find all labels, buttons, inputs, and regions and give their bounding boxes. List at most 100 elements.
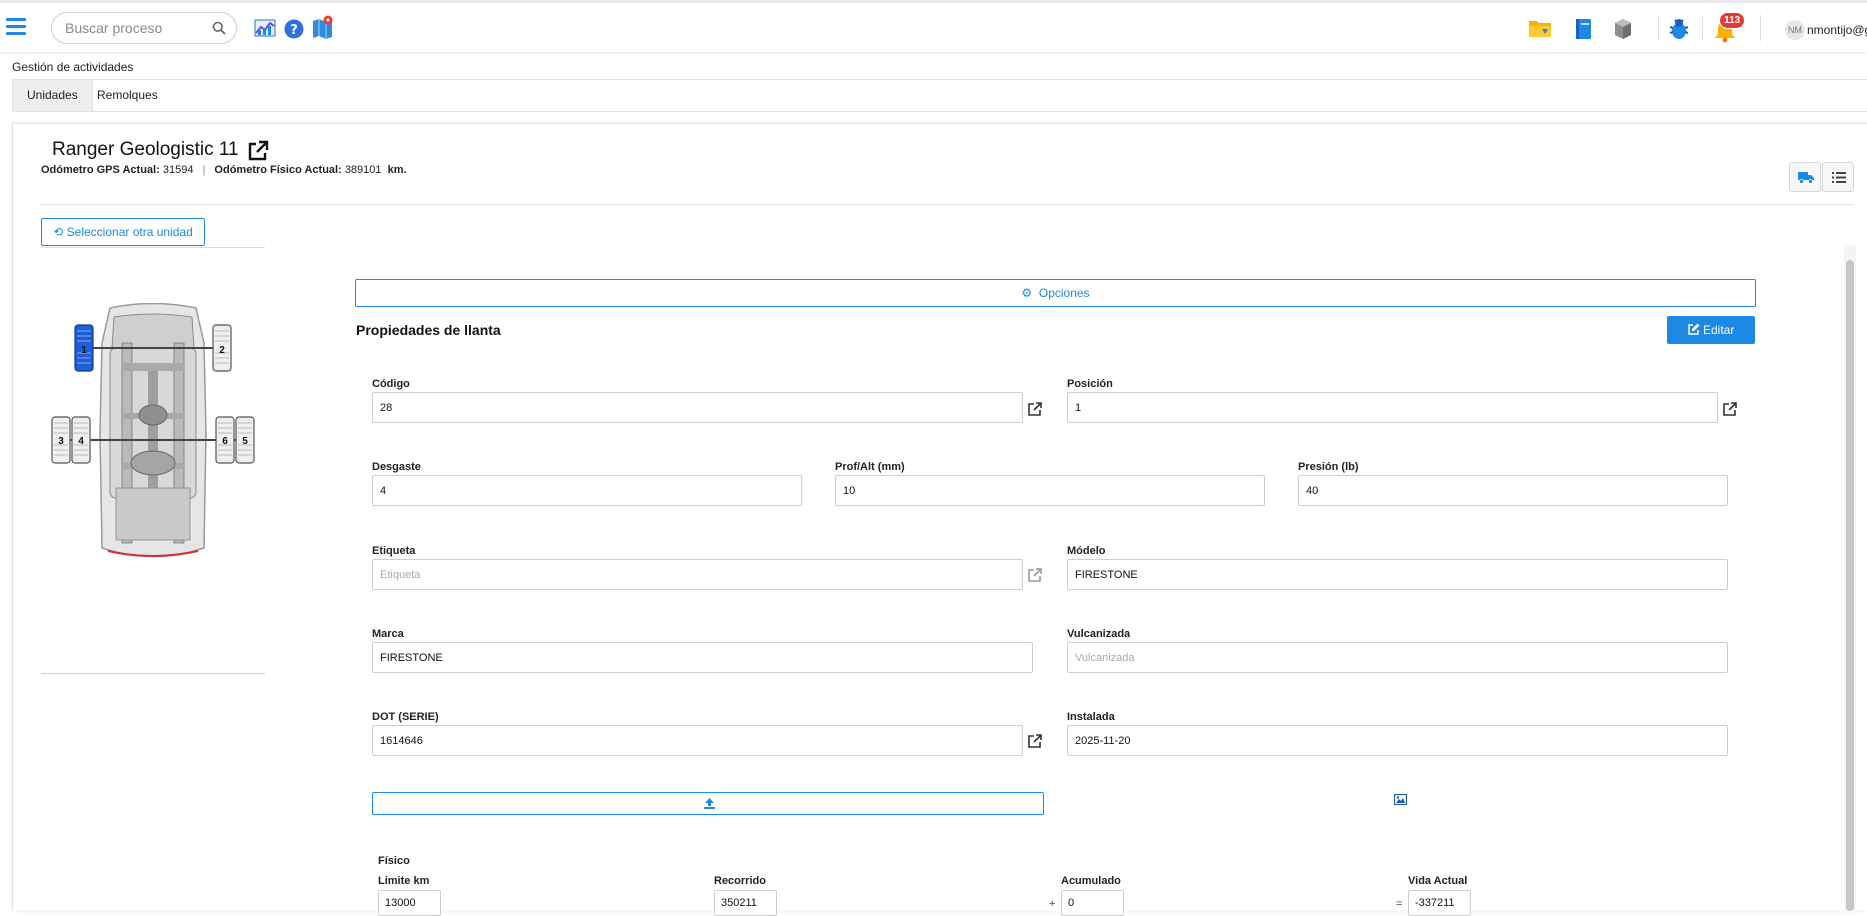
image-icon[interactable] (1394, 794, 1407, 805)
marca-input[interactable] (372, 642, 1033, 673)
divider (1658, 15, 1659, 41)
acumulado-label: Acumulado (1061, 875, 1121, 887)
modelo-label: Módelo (1067, 545, 1106, 557)
select-other-unit-button[interactable]: ⟲ Seleccionar otra unidad (41, 218, 205, 246)
tire-3-label: 3 (58, 436, 64, 447)
posicion-input[interactable] (1067, 392, 1718, 423)
tab-bar: Unidades Remolques (12, 79, 1867, 112)
options-label: Opciones (1038, 286, 1090, 300)
tab-unidades[interactable]: Unidades (12, 80, 93, 111)
options-button[interactable]: ⚙ Opciones (355, 279, 1756, 307)
limite-label: Limite km (378, 875, 430, 887)
avatar[interactable]: NM (1785, 20, 1805, 40)
page-title: Gestión de actividades (12, 60, 134, 74)
external-link-icon[interactable] (1027, 733, 1043, 749)
vida-label: Vida Actual (1408, 875, 1468, 887)
odometer-info: Odómetro GPS Actual: 31594 | Odómetro Fí… (41, 164, 407, 176)
truck-view-button[interactable] (1789, 162, 1821, 192)
edit-label: Editar (1702, 323, 1735, 337)
vulcanizada-label: Vulcanizada (1067, 628, 1131, 640)
desgaste-input[interactable] (372, 475, 802, 506)
acumulado-input[interactable] (1061, 890, 1124, 916)
external-link-icon[interactable] (1027, 401, 1043, 417)
scrollbar-thumb[interactable] (1846, 260, 1854, 911)
odo-separator: | (202, 164, 206, 176)
truck-icon (1798, 172, 1814, 184)
prof-input[interactable] (835, 475, 1265, 506)
top-navbar: ? 113 NM nmontijo@g (0, 0, 1867, 52)
desgaste-label: Desgaste (372, 461, 421, 473)
odo-phys-label: Odómetro Físico Actual: (214, 164, 342, 176)
fisico-title: Físico (378, 855, 410, 867)
external-link-icon[interactable] (1027, 567, 1043, 583)
equals-sign: = (1396, 898, 1403, 910)
external-link-icon[interactable] (1722, 401, 1738, 417)
vida-input[interactable] (1408, 890, 1471, 916)
search-box[interactable] (51, 12, 237, 44)
divider (41, 673, 265, 674)
tire-1[interactable]: 1 (74, 324, 94, 372)
etiqueta-input[interactable] (372, 559, 1023, 590)
upload-button[interactable] (372, 792, 1044, 815)
edit-button[interactable]: Editar (1667, 316, 1755, 344)
odo-phys-value: 389101 (344, 164, 382, 176)
external-link-icon[interactable] (247, 140, 269, 162)
list-view-button[interactable] (1822, 162, 1854, 192)
divider (40, 204, 1854, 205)
recorrido-input[interactable] (714, 890, 777, 916)
tire-5-label: 5 (242, 436, 248, 447)
search-icon[interactable] (212, 21, 226, 35)
tire-3[interactable]: 3 (51, 416, 71, 464)
menu-icon[interactable] (6, 18, 26, 36)
odo-unit: km. (387, 164, 407, 176)
svg-text:?: ? (290, 23, 298, 38)
tire-2-label: 2 (219, 345, 225, 356)
divider (41, 247, 265, 248)
list-icon (1832, 172, 1846, 183)
limite-input[interactable] (378, 890, 441, 916)
dot-input[interactable] (372, 725, 1023, 756)
divider (1760, 15, 1761, 41)
gear-icon: ⚙ (1021, 286, 1033, 300)
codigo-label: Código (372, 378, 410, 390)
codigo-input[interactable] (372, 392, 1023, 423)
tire-6[interactable]: 6 (215, 416, 235, 464)
search-input[interactable] (65, 20, 205, 36)
edit-icon (1687, 323, 1700, 335)
help-icon[interactable]: ? (284, 19, 304, 39)
section-title: Propiedades de llanta (356, 322, 501, 338)
posicion-label: Posición (1067, 378, 1113, 390)
username[interactable]: nmontijo@g (1807, 23, 1867, 37)
notification-badge[interactable]: 113 (1719, 12, 1746, 29)
tire-1-label: 1 (81, 345, 87, 356)
folder-icon[interactable] (1528, 18, 1552, 38)
divider (1702, 15, 1703, 41)
dot-label: DOT (SERIE) (372, 711, 439, 723)
chart-icon[interactable] (254, 17, 276, 37)
upload-icon (704, 798, 715, 809)
etiqueta-label: Etiqueta (372, 545, 416, 557)
tire-6-label: 6 (222, 436, 228, 447)
recorrido-label: Recorrido (714, 875, 766, 887)
select-other-unit-label: Seleccionar otra unidad (66, 225, 193, 239)
odo-gps-value: 31594 (162, 164, 194, 176)
unit-title: Ranger Geologistic 11 (52, 139, 239, 160)
tire-5[interactable]: 5 (235, 416, 255, 464)
odo-gps-label: Odómetro GPS Actual: (41, 164, 160, 176)
book-icon[interactable] (1574, 18, 1592, 40)
undo-icon: ⟲ (53, 225, 64, 239)
instalada-input[interactable] (1067, 725, 1728, 756)
tire-4[interactable]: 4 (71, 416, 91, 464)
vulcanizada-input[interactable] (1067, 642, 1728, 673)
tire-2[interactable]: 2 (212, 324, 232, 372)
map-icon[interactable] (312, 15, 334, 39)
plus-sign: + (1049, 898, 1056, 910)
bug-icon[interactable] (1667, 17, 1691, 41)
instalada-label: Instalada (1067, 711, 1115, 723)
box-icon[interactable] (1614, 18, 1632, 40)
modelo-input[interactable] (1067, 559, 1728, 590)
prof-label: Prof/Alt (mm) (835, 461, 905, 473)
tab-remolques[interactable]: Remolques (83, 80, 172, 111)
presion-label: Presión (lb) (1298, 461, 1359, 473)
presion-input[interactable] (1298, 475, 1728, 506)
